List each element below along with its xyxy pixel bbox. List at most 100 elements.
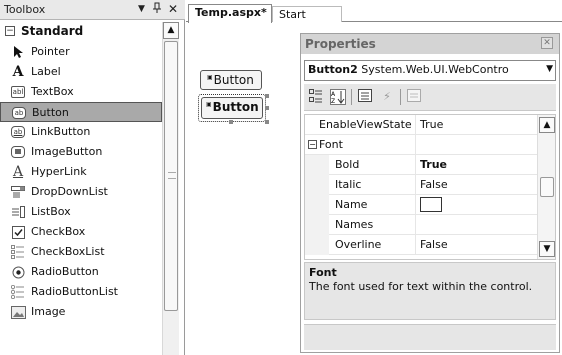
resize-handle[interactable] [265, 106, 269, 110]
scroll-thumb[interactable] [164, 41, 178, 311]
design-button-1-label: Button [213, 73, 254, 87]
linkbutton-icon: ab [10, 124, 26, 140]
toolbox-item-radiobutton[interactable]: RadioButton [0, 262, 162, 282]
toolbox-item-radiobuttonlist[interactable]: RadioButtonList [0, 282, 162, 302]
toolbox-item-label: ImageButton [31, 145, 103, 158]
events-icon[interactable]: ⚡ [379, 89, 395, 105]
property-name: Name [335, 198, 368, 211]
properties-title: Properties [305, 37, 376, 51]
object-selector[interactable]: Button2 System.Web.UI.WebContro ▼ [304, 60, 556, 81]
toolbox-dropdown-icon[interactable]: ▼ [138, 4, 145, 14]
property-value[interactable]: True [420, 158, 447, 171]
object-name: Button2 [308, 63, 358, 76]
property-grid-scrollbar[interactable]: ▲ ▼ [537, 115, 555, 259]
resize-handle[interactable] [265, 94, 269, 98]
categorized-icon[interactable] [308, 89, 324, 105]
property-category-font[interactable]: − Font [305, 135, 537, 155]
design-button-2-label: Button [212, 100, 259, 114]
property-name: Bold [335, 158, 360, 171]
resize-handle[interactable] [265, 120, 269, 124]
design-button-1[interactable]: ▣Button [200, 70, 262, 90]
property-row[interactable]: EnableViewState True [305, 115, 537, 135]
property-value[interactable]: False [420, 238, 448, 251]
image-icon [10, 304, 26, 320]
close-icon[interactable]: ✕ [541, 37, 553, 49]
resize-handle[interactable] [229, 120, 233, 124]
toolbox-item-linkbutton[interactable]: ab LinkButton [0, 122, 162, 142]
toolbox-item-label: TextBox [31, 85, 74, 98]
scroll-up-icon[interactable]: ▲ [539, 117, 555, 133]
toolbox-item-label: Button [32, 106, 69, 119]
radiobutton-icon [10, 264, 26, 280]
toolbox-item-textbox[interactable]: abl TextBox [0, 82, 162, 102]
property-description: Font The font used for text within the c… [304, 262, 556, 320]
properties-footer [304, 324, 556, 350]
toolbox-section-standard[interactable]: − Standard [0, 22, 162, 42]
toolbox-item-button[interactable]: ab Button [0, 102, 162, 122]
toolbox-item-label: RadioButton [31, 265, 99, 278]
toolbox-item-label: LinkButton [31, 125, 91, 138]
toolbox-item-label: CheckBox [31, 225, 86, 238]
property-row[interactable]: Name [305, 195, 537, 215]
pin-icon[interactable] [152, 2, 162, 17]
toolbox-item-label: DropDownList [31, 185, 108, 198]
property-name: Italic [335, 178, 362, 191]
toolbox-item-label: RadioButtonList [31, 285, 118, 298]
description-text: The font used for text within the contro… [309, 280, 533, 293]
object-type: System.Web.UI.WebContro [361, 63, 509, 76]
toolbox-panel: Toolbox ▼ ✕ − Standard Pointer A Label a… [0, 0, 185, 355]
checkboxlist-icon [10, 244, 26, 260]
property-value-input[interactable] [420, 197, 442, 212]
chevron-down-icon[interactable]: ▼ [546, 64, 553, 74]
button-icon: ab [11, 105, 27, 121]
property-name: Font [319, 138, 343, 151]
property-name: Names [335, 218, 374, 231]
dropdownlist-icon [10, 184, 26, 200]
design-button-2-selected[interactable]: ▣Button [198, 94, 266, 122]
toolbox-item-checkbox[interactable]: CheckBox [0, 222, 162, 242]
close-icon[interactable]: ✕ [168, 2, 178, 16]
property-row[interactable]: Bold True [305, 155, 537, 175]
property-row[interactable]: Overline False [305, 235, 537, 255]
scroll-thumb[interactable] [540, 177, 554, 197]
collapse-icon[interactable]: − [5, 26, 15, 36]
hyperlink-icon: A [12, 164, 24, 180]
toolbox-item-label: Pointer [31, 45, 70, 58]
toolbox-item-label[interactable]: A Label [0, 62, 162, 82]
toolbox-item-image[interactable]: Image [0, 302, 162, 322]
tab-temp-aspx[interactable]: Temp.aspx* [188, 4, 272, 23]
toolbox-item-hyperlink[interactable]: A HyperLink [0, 162, 162, 182]
toolbox-scrollbar[interactable]: ▲ [162, 22, 179, 355]
property-value[interactable]: False [420, 178, 448, 191]
property-name: EnableViewState [319, 118, 412, 131]
toolbox-list: − Standard Pointer A Label abl TextBox a… [0, 22, 162, 355]
toolbox-item-checkboxlist[interactable]: CheckBoxList [0, 242, 162, 262]
toolbox-item-imagebutton[interactable]: ImageButton [0, 142, 162, 162]
toolbox-item-label: ListBox [31, 205, 71, 218]
property-row[interactable]: Italic False [305, 175, 537, 195]
properties-toolbar: AZ ⚡ [304, 84, 556, 111]
toolbox-item-label: HyperLink [31, 165, 87, 178]
toolbox-item-listbox[interactable]: ListBox [0, 202, 162, 222]
toolbox-item-label: Label [31, 65, 61, 78]
property-pages-icon[interactable] [406, 89, 422, 105]
imagebutton-icon [10, 144, 26, 160]
toolbox-title-bar: Toolbox ▼ ✕ [0, 0, 185, 20]
properties-icon[interactable] [357, 89, 373, 105]
label-icon: A [12, 64, 24, 80]
property-value[interactable]: True [420, 118, 443, 131]
scroll-down-icon[interactable]: ▼ [539, 241, 555, 257]
property-name: Overline [335, 238, 382, 251]
toolbox-item-dropdownlist[interactable]: DropDownList [0, 182, 162, 202]
toolbox-item-label: CheckBoxList [31, 245, 105, 258]
scroll-up-icon[interactable]: ▲ [163, 22, 179, 39]
section-label: Standard [21, 24, 84, 38]
collapse-icon[interactable]: − [308, 140, 317, 149]
properties-title-bar: Properties ✕ [301, 34, 559, 54]
property-row[interactable]: Names [305, 215, 537, 235]
tab-start-page[interactable]: Start Page [272, 6, 342, 34]
alphabetical-icon[interactable]: AZ [330, 89, 346, 105]
toolbox-item-pointer[interactable]: Pointer [0, 42, 162, 62]
toolbar-separator [400, 89, 401, 105]
listbox-icon [10, 204, 26, 220]
